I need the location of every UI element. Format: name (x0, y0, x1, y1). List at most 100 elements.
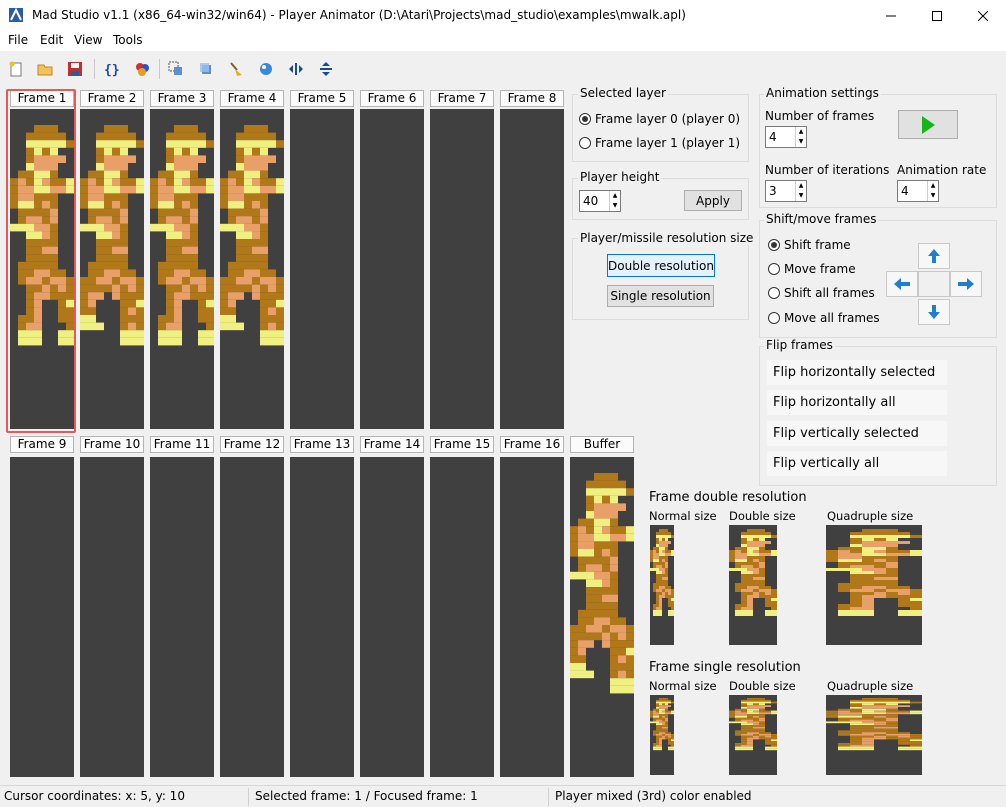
frame-header[interactable]: Frame 6 (360, 90, 424, 107)
flip-h-selected-button[interactable]: Flip horizontally selected (767, 360, 947, 385)
flip-v-selected-button[interactable]: Flip vertically selected (767, 421, 947, 446)
frame-header[interactable]: Frame 14 (360, 436, 424, 453)
frame-canvas[interactable] (220, 109, 284, 429)
sprite-pixel (128, 307, 136, 315)
spinner-arrows-icon[interactable]: ▲ ▼ (795, 127, 806, 147)
frames-count-spinner[interactable]: 4 ▲ ▼ (765, 126, 807, 148)
flip-horizontal-button[interactable] (285, 58, 307, 80)
iterations-spinner[interactable]: 3 ▲ ▼ (765, 180, 807, 202)
sprite-pixel (759, 701, 765, 704)
play-button[interactable] (898, 110, 958, 139)
frame-header[interactable]: Frame 16 (500, 436, 564, 453)
save-button[interactable] (64, 58, 86, 80)
sprite-pixel (659, 577, 662, 580)
frame-canvas[interactable] (290, 109, 354, 429)
sprite-pixel (594, 556, 602, 565)
sprite-pixel (886, 708, 898, 711)
new-file-button[interactable] (5, 58, 27, 80)
frame-canvas[interactable] (80, 109, 144, 429)
layer0-radio[interactable]: Frame layer 0 (player 0) (579, 112, 740, 126)
shift-frame-radio[interactable]: Shift frame (768, 238, 851, 252)
sprite-pixel (656, 719, 659, 722)
sprite-pixel (586, 609, 594, 618)
menu-tools[interactable]: Tools (113, 33, 143, 47)
sprite-pixel (578, 609, 586, 618)
frame-canvas[interactable] (10, 457, 74, 777)
frame-canvas[interactable] (500, 109, 564, 429)
menu-view[interactable]: View (74, 33, 102, 47)
shift-all-radio[interactable]: Shift all frames (768, 286, 875, 300)
layers-button[interactable] (195, 58, 217, 80)
clear-button[interactable] (225, 58, 247, 80)
close-button[interactable] (960, 0, 1006, 31)
apply-button[interactable]: Apply (684, 190, 742, 211)
color-status: Player mixed (3rd) color enabled (555, 789, 752, 803)
spinner-arrows-icon[interactable]: ▲ ▼ (795, 181, 806, 201)
frame-header[interactable]: Frame 3 (150, 90, 214, 107)
frame-canvas[interactable] (430, 457, 494, 777)
code-button[interactable]: {} (100, 58, 122, 80)
flip-v-all-button[interactable]: Flip vertically all (767, 451, 947, 476)
select-button[interactable] (165, 58, 187, 80)
frame-canvas[interactable] (220, 457, 284, 777)
color-button[interactable] (255, 58, 277, 80)
frame-canvas[interactable] (360, 457, 424, 777)
frame-header[interactable]: Frame 12 (220, 436, 284, 453)
maximize-button[interactable] (914, 0, 960, 31)
frame-header[interactable]: Frame 7 (430, 90, 494, 107)
sprite-pixel (112, 125, 120, 133)
shift-down-button[interactable] (918, 299, 950, 325)
sprite-pixel (826, 712, 838, 715)
sprite-pixel (228, 292, 236, 300)
frame-canvas[interactable] (360, 109, 424, 429)
sprite-pixel (206, 315, 214, 323)
sprite-pixel (665, 725, 668, 727)
spinner-arrows-icon[interactable]: ▲ ▼ (927, 181, 938, 201)
open-button[interactable] (35, 58, 57, 80)
frame-header[interactable]: Frame 2 (80, 90, 144, 107)
move-all-radio[interactable]: Move all frames (768, 311, 880, 325)
player-height-spinner[interactable]: 40 ▲ ▼ (579, 190, 621, 212)
frame-header[interactable]: Frame 5 (290, 90, 354, 107)
frame-header[interactable]: Frame 4 (220, 90, 284, 107)
frame-header[interactable]: Frame 15 (430, 436, 494, 453)
frame-header[interactable]: Frame 11 (150, 436, 214, 453)
menu-edit[interactable]: Edit (40, 33, 63, 47)
frame-header[interactable]: Frame 10 (80, 436, 144, 453)
sprite-pixel (765, 589, 771, 592)
double-resolution-button[interactable]: Double resolution (607, 254, 715, 277)
single-resolution-button[interactable]: Single resolution (607, 285, 714, 307)
frame-header[interactable]: Frame 9 (10, 436, 74, 453)
palette-button[interactable] (131, 58, 153, 80)
frame-canvas[interactable] (150, 457, 214, 777)
sprite-pixel (753, 726, 759, 729)
frame-canvas[interactable] (500, 457, 564, 777)
frame-header[interactable]: Frame 13 (290, 436, 354, 453)
frame-canvas[interactable] (80, 457, 144, 777)
spinner-arrows-icon[interactable]: ▲ ▼ (609, 191, 620, 211)
frame-canvas[interactable] (290, 457, 354, 777)
sprite-pixel (190, 216, 198, 224)
frame-canvas[interactable] (150, 109, 214, 429)
flip-h-all-button[interactable]: Flip horizontally all (767, 390, 947, 415)
minimize-button[interactable] (868, 0, 914, 31)
sprite-pixel (260, 178, 268, 186)
frame-header[interactable]: Frame 8 (500, 90, 564, 107)
buffer-canvas[interactable] (570, 457, 634, 777)
shift-up-button[interactable] (918, 243, 950, 269)
shift-left-button[interactable] (886, 271, 918, 297)
menu-file[interactable]: File (8, 33, 28, 47)
rate-spinner[interactable]: 4 ▲ ▼ (897, 180, 939, 202)
sprite-pixel (759, 705, 765, 707)
frame-canvas[interactable] (430, 109, 494, 429)
buffer-header[interactable]: Buffer (570, 436, 634, 453)
sprite-pixel (578, 670, 586, 679)
sprite-pixel (659, 735, 662, 738)
sprite-pixel (594, 564, 602, 572)
layer1-radio[interactable]: Frame layer 1 (player 1) (579, 136, 740, 150)
sprite-pixel (838, 565, 850, 568)
flip-vertical-button[interactable] (315, 58, 337, 80)
shift-right-button[interactable] (950, 271, 982, 297)
move-frame-radio[interactable]: Move frame (768, 262, 856, 276)
sprite-pixel (174, 201, 182, 209)
